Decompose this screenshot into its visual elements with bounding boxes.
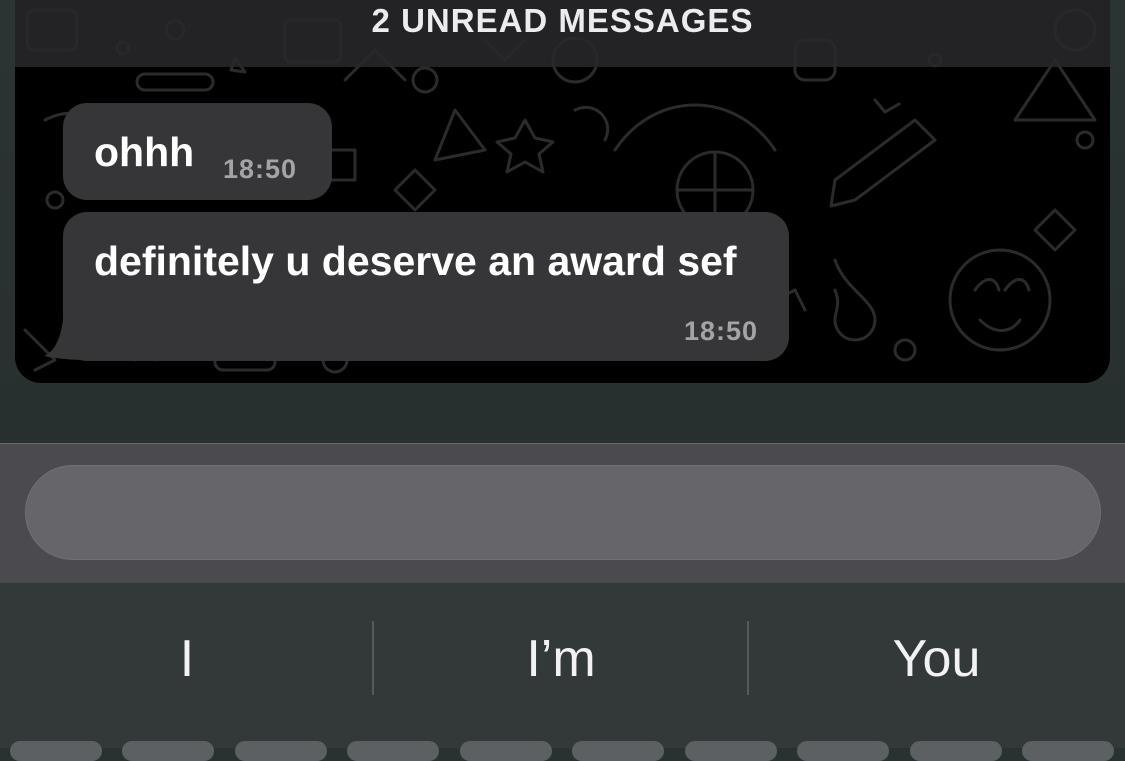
- message-text: ohhh: [94, 129, 195, 175]
- keyboard-suggestion[interactable]: You: [748, 621, 1125, 697]
- keyboard-key[interactable]: [910, 741, 1002, 761]
- keyboard-key[interactable]: [685, 741, 777, 761]
- message-input[interactable]: [25, 465, 1101, 560]
- keyboard-key[interactable]: [347, 741, 439, 761]
- keyboard-key[interactable]: [460, 741, 552, 761]
- keyboard-key[interactable]: [235, 741, 327, 761]
- keyboard: I I’m You: [0, 583, 1125, 761]
- message-timestamp: 18:50: [683, 316, 758, 346]
- keyboard-key[interactable]: [572, 741, 664, 761]
- message-bubble[interactable]: ohhh 18:50: [63, 103, 332, 200]
- message-timestamp: 18:50: [223, 154, 298, 184]
- unread-messages-label: 2 UNREAD MESSAGES: [371, 2, 754, 39]
- keyboard-key[interactable]: [797, 741, 889, 761]
- keyboard-key[interactable]: [122, 741, 214, 761]
- keyboard-suggestion[interactable]: I: [0, 621, 374, 697]
- message-text: definitely u deserve an award sef: [94, 238, 737, 284]
- keyboard-key[interactable]: [1022, 741, 1114, 761]
- keyboard-key[interactable]: [10, 741, 102, 761]
- message-bubble[interactable]: definitely u deserve an award sef 18:50: [63, 212, 789, 361]
- unread-messages-banner: 2 UNREAD MESSAGES: [15, 0, 1110, 67]
- message-composer-bar: [0, 443, 1125, 584]
- chat-panel: 2 UNREAD MESSAGES ohhh 18:50 definitely …: [0, 0, 1125, 443]
- keyboard-suggestion[interactable]: I’m: [374, 621, 748, 697]
